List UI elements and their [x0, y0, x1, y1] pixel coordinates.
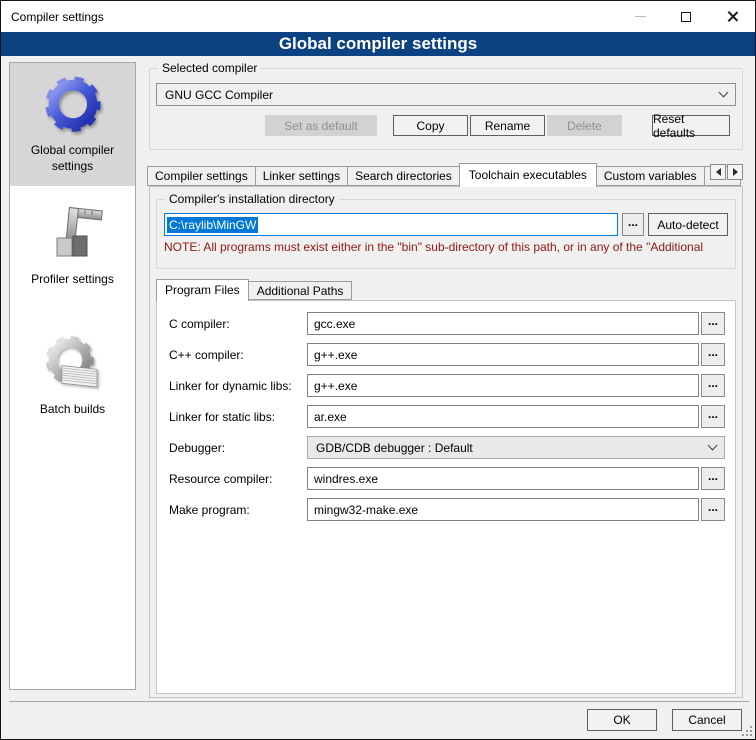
installation-directory-input[interactable]: C:\raylib\MinGW — [164, 213, 618, 236]
field-row-linker-dynamic: Linker for dynamic libs: ... — [167, 374, 725, 397]
subtab-additional-paths[interactable]: Additional Paths — [248, 281, 353, 300]
subtab-program-files[interactable]: Program Files — [156, 279, 249, 301]
field-row-resource-compiler: Resource compiler: ... — [167, 467, 725, 490]
sidebar-item-label: Profiler settings — [17, 272, 129, 288]
sidebar-item-label: Batch builds — [17, 402, 129, 418]
minimize-icon — [635, 16, 646, 17]
installation-directory-row: C:\raylib\MinGW ... Auto-detect — [164, 213, 728, 236]
field-row-linker-static: Linker for static libs: ... — [167, 405, 725, 428]
chevron-down-icon — [719, 88, 729, 98]
tab-linker-settings[interactable]: Linker settings — [255, 166, 348, 186]
sidebar-item-label: Global compiler settings — [17, 143, 129, 174]
selected-compiler-value: GNU GCC Compiler — [165, 88, 720, 102]
note-text: NOTE: All programs must exist either in … — [164, 240, 728, 254]
installation-directory-group-label: Compiler's installation directory — [165, 192, 339, 206]
browse-directory-button[interactable]: ... — [622, 213, 644, 236]
settings-category-sidebar: Global compiler settings — [9, 62, 136, 690]
cancel-button[interactable]: Cancel — [672, 709, 742, 731]
toolchain-executables-page: Compiler's installation directory C:\ray… — [149, 186, 743, 698]
field-label: Linker for dynamic libs: — [167, 379, 305, 393]
close-button[interactable] — [709, 1, 755, 32]
maximize-button[interactable] — [663, 1, 709, 32]
cpp-compiler-input[interactable] — [307, 343, 699, 366]
linker-static-input[interactable] — [307, 405, 699, 428]
compiler-settings-window: Compiler settings Global compiler settin… — [0, 0, 756, 740]
field-label: C compiler: — [167, 317, 305, 331]
window-title: Compiler settings — [1, 10, 104, 24]
auto-detect-button[interactable]: Auto-detect — [648, 213, 728, 236]
tab-toolchain-executables[interactable]: Toolchain executables — [459, 163, 597, 187]
tab-search-directories[interactable]: Search directories — [347, 166, 460, 186]
rename-button[interactable]: Rename — [470, 115, 545, 136]
copy-button[interactable]: Copy — [393, 115, 468, 136]
resource-compiler-input[interactable] — [307, 467, 699, 490]
settings-tabbar: Compiler settings Linker settings Search… — [143, 162, 749, 186]
browse-linker-dynamic-button[interactable]: ... — [701, 374, 725, 397]
titlebar: Compiler settings — [1, 1, 755, 32]
browse-make-program-button[interactable]: ... — [701, 498, 725, 521]
browse-linker-static-button[interactable]: ... — [701, 405, 725, 428]
sidebar-item-global-compiler-settings[interactable]: Global compiler settings — [10, 63, 135, 186]
browse-cpp-compiler-button[interactable]: ... — [701, 343, 725, 366]
sidebar-item-batch-builds[interactable]: Batch builds — [10, 322, 135, 430]
main-panel: Selected compiler GNU GCC Compiler Set a… — [143, 62, 749, 698]
minimize-button — [617, 1, 663, 32]
field-label: Make program: — [167, 503, 305, 517]
tab-compiler-settings[interactable]: Compiler settings — [147, 166, 256, 186]
maximize-icon — [681, 12, 691, 22]
titlebar-buttons — [617, 1, 755, 32]
field-row-debugger: Debugger: GDB/CDB debugger : Default — [167, 436, 725, 459]
field-row-make-program: Make program: ... — [167, 498, 725, 521]
arrow-left-icon — [716, 168, 721, 176]
sidebar-item-profiler-settings[interactable]: Profiler settings — [10, 192, 135, 300]
selected-compiler-group-label: Selected compiler — [158, 61, 261, 75]
tab-scroll-buttons — [710, 164, 743, 180]
debugger-value: GDB/CDB debugger : Default — [316, 441, 709, 455]
field-row-cpp-compiler: C++ compiler: ... — [167, 343, 725, 366]
selected-compiler-dropdown[interactable]: GNU GCC Compiler — [156, 83, 736, 106]
selected-compiler-group: Selected compiler GNU GCC Compiler Set a… — [149, 68, 743, 150]
arrow-right-icon — [733, 168, 738, 176]
make-program-input[interactable] — [307, 498, 699, 521]
blue-gear-icon — [41, 73, 105, 137]
footer-divider — [9, 701, 749, 702]
close-icon — [726, 10, 739, 23]
program-files-page: C compiler: ... C++ compiler: ... Linker… — [156, 300, 736, 694]
c-compiler-input[interactable] — [307, 312, 699, 335]
set-as-default-button: Set as default — [265, 115, 377, 136]
resize-grip[interactable] — [742, 726, 752, 736]
gray-gear-stack-icon — [41, 332, 105, 396]
installation-directory-value: C:\raylib\MinGW — [167, 217, 258, 233]
compiler-actions: Set as default Copy Rename Delete Reset … — [150, 115, 730, 136]
browse-c-compiler-button[interactable]: ... — [701, 312, 725, 335]
caliper-icon — [41, 202, 105, 266]
field-label: C++ compiler: — [167, 348, 305, 362]
program-files-tabbar: Program Files Additional Paths — [156, 278, 736, 300]
field-row-c-compiler: C compiler: ... — [167, 312, 725, 335]
chevron-down-icon — [708, 441, 718, 451]
tab-scroll-right-button[interactable] — [727, 164, 743, 180]
linker-dynamic-input[interactable] — [307, 374, 699, 397]
browse-resource-compiler-button[interactable]: ... — [701, 467, 725, 490]
ok-button[interactable]: OK — [587, 709, 657, 731]
page-title: Global compiler settings — [1, 32, 755, 56]
tab-custom-variables[interactable]: Custom variables — [596, 166, 705, 186]
field-label: Resource compiler: — [167, 472, 305, 486]
field-label: Linker for static libs: — [167, 410, 305, 424]
field-label: Debugger: — [167, 441, 305, 455]
tab-scroll-left-button[interactable] — [710, 164, 726, 180]
debugger-dropdown[interactable]: GDB/CDB debugger : Default — [307, 436, 725, 459]
reset-defaults-button[interactable]: Reset defaults — [652, 115, 730, 136]
installation-directory-group: Compiler's installation directory C:\ray… — [156, 199, 736, 269]
delete-button: Delete — [547, 115, 622, 136]
